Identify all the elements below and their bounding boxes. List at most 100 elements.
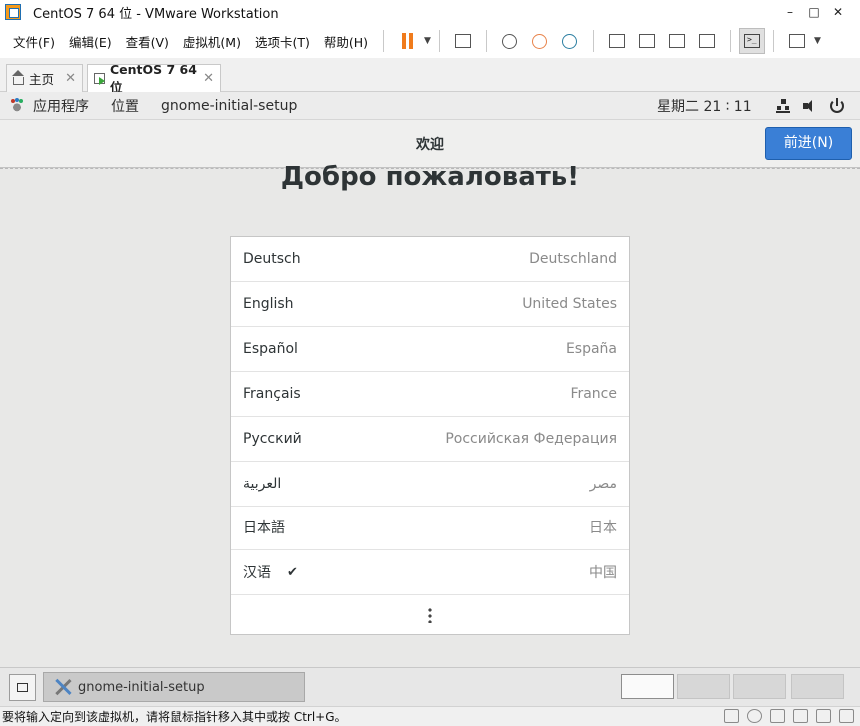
more-languages-button[interactable]: [231, 595, 629, 635]
toolbar-divider: [438, 30, 440, 52]
page-title: 欢迎: [416, 137, 444, 153]
language-country: مصر: [589, 476, 617, 492]
tab-home[interactable]: 主页 ✕: [6, 64, 83, 92]
full-screen-icon[interactable]: [666, 30, 688, 52]
window-title: CentOS 7 64 位 - VMware Workstation: [33, 6, 279, 22]
menu-toolbar: 文件(F) 编辑(E) 查看(V) 虚拟机(M) 选项卡(T) 帮助(H) ▼ …: [0, 24, 860, 58]
next-button[interactable]: 前进(N): [765, 127, 852, 160]
language-row-english[interactable]: English United States: [231, 282, 629, 327]
window-controls: – □ ✕: [778, 3, 850, 21]
hard-disk-icon[interactable]: [724, 709, 739, 723]
console-view-button[interactable]: >_: [738, 28, 765, 54]
maximize-button[interactable]: □: [802, 3, 826, 21]
tab-label: 主页: [29, 72, 55, 87]
toolbar-divider: [592, 30, 594, 52]
printer-icon[interactable]: [816, 709, 831, 723]
snapshot-icon[interactable]: [499, 30, 521, 52]
device-status-icons: [724, 709, 854, 723]
snapshot-manager-icon[interactable]: [559, 30, 581, 52]
language-name: 汉语: [243, 565, 271, 581]
language-name: Русский: [243, 431, 302, 447]
unity-icon[interactable]: [696, 30, 718, 52]
menu-edit[interactable]: 编辑(E): [62, 32, 119, 51]
language-row-deutsch[interactable]: Deutsch Deutschland: [231, 237, 629, 282]
language-name: Español: [243, 341, 298, 357]
welcome-heading: Добро пожаловать!: [280, 162, 580, 192]
cd-dvd-icon[interactable]: [747, 709, 762, 723]
guest-taskbar: gnome-initial-setup: [0, 667, 860, 706]
stretch-dropdown-caret[interactable]: ▼: [814, 36, 821, 46]
workspace-1[interactable]: [621, 674, 674, 699]
status-message: 要将输入定向到该虚拟机，请将鼠标指针移入其中或按 Ctrl+G。: [2, 710, 347, 724]
applications-menu[interactable]: 应用程序: [33, 96, 89, 116]
toolbar-divider: [772, 30, 774, 52]
language-country: 日本: [589, 520, 617, 536]
home-icon: [12, 70, 24, 85]
terminal-icon: >_: [743, 34, 760, 48]
workspace-2[interactable]: [677, 674, 730, 699]
library-view-icon[interactable]: [606, 30, 628, 52]
power-icon[interactable]: [830, 97, 844, 113]
tab-strip: 主页 ✕ CentOS 7 64 位 ✕: [0, 58, 860, 95]
toolbar-divider: [729, 30, 731, 52]
language-row-espanol[interactable]: Español España: [231, 327, 629, 372]
language-row-russian[interactable]: Русский Российская Федерация: [231, 417, 629, 462]
tab-close-icon[interactable]: ✕: [65, 71, 76, 86]
menu-tabs[interactable]: 选项卡(T): [248, 32, 317, 51]
language-row-chinese[interactable]: 汉语 ✔ 中国: [231, 550, 629, 595]
language-name: English: [243, 296, 294, 312]
tab-close-icon[interactable]: ✕: [203, 71, 214, 86]
guest-display[interactable]: 应用程序 位置 gnome-initial-setup 星期二 21 ∶ 11 …: [0, 92, 860, 706]
language-name: Français: [243, 386, 301, 402]
vmware-app-icon: [5, 4, 21, 20]
workspace-3[interactable]: [733, 674, 786, 699]
show-desktop-icon: [17, 683, 28, 692]
language-name: Deutsch: [243, 251, 301, 267]
menu-help[interactable]: 帮助(H): [317, 32, 375, 51]
show-desktop-button[interactable]: [9, 674, 36, 701]
language-list: Deutsch Deutschland English United State…: [230, 236, 630, 635]
menu-file[interactable]: 文件(F): [6, 32, 62, 51]
power-dropdown-caret[interactable]: ▼: [424, 36, 431, 46]
language-country: France: [570, 386, 617, 402]
toolbar-divider: [383, 30, 385, 52]
taskbar-window-button[interactable]: gnome-initial-setup: [43, 672, 305, 702]
places-menu[interactable]: 位置: [111, 96, 139, 116]
pause-icon[interactable]: [396, 30, 418, 52]
language-country: United States: [522, 296, 617, 312]
usb-icon[interactable]: [793, 709, 808, 723]
sound-card-icon[interactable]: [839, 709, 854, 723]
language-name: العربية: [243, 476, 282, 492]
tab-centos-vm[interactable]: CentOS 7 64 位 ✕: [87, 62, 221, 95]
language-country: España: [565, 341, 617, 357]
minimize-button[interactable]: –: [778, 3, 802, 21]
volume-icon[interactable]: [803, 99, 817, 113]
system-status-area[interactable]: [776, 97, 844, 113]
active-app-menu[interactable]: gnome-initial-setup: [161, 98, 297, 114]
network-icon[interactable]: [776, 98, 790, 113]
language-row-francais[interactable]: Français France: [231, 372, 629, 417]
workspace-4[interactable]: [791, 674, 844, 699]
language-name: 日本語: [243, 520, 285, 536]
vmware-title-bar: CentOS 7 64 位 - VMware Workstation – □ ✕: [0, 0, 860, 24]
vmware-status-bar: 要将输入定向到该虚拟机，请将鼠标指针移入其中或按 Ctrl+G。: [0, 706, 860, 726]
clock[interactable]: 星期二 21 ∶ 11: [657, 96, 752, 116]
language-country: 中国: [589, 565, 617, 581]
close-button[interactable]: ✕: [826, 3, 850, 21]
language-row-arabic[interactable]: العربية مصر: [231, 462, 629, 507]
network-adapter-icon[interactable]: [770, 709, 785, 723]
revert-snapshot-icon[interactable]: [529, 30, 551, 52]
menu-vm[interactable]: 虚拟机(M): [176, 32, 248, 51]
language-row-japanese[interactable]: 日本語 日本: [231, 505, 629, 550]
toolbar-divider: [485, 30, 487, 52]
thumbnail-bar-icon[interactable]: [636, 30, 658, 52]
gnome-top-bar: 应用程序 位置 gnome-initial-setup 星期二 21 ∶ 11: [0, 92, 860, 120]
tab-label: CentOS 7 64 位: [109, 61, 197, 95]
selected-check-icon: ✔: [287, 564, 298, 580]
settings-tools-icon: [54, 678, 72, 696]
stretch-icon[interactable]: [786, 30, 808, 52]
menu-view[interactable]: 查看(V): [119, 32, 176, 51]
send-ctrl-alt-del-icon[interactable]: [452, 30, 474, 52]
language-country: Российская Федерация: [445, 431, 617, 447]
gnome-foot-icon: [10, 98, 24, 113]
